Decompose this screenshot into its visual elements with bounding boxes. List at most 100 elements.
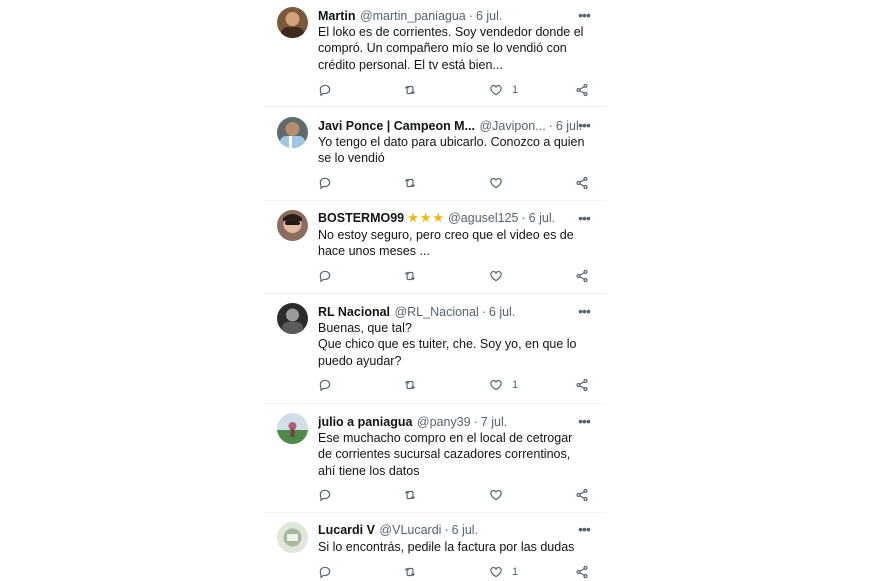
share-button[interactable] bbox=[575, 267, 589, 285]
separator-dot: · bbox=[481, 305, 486, 319]
reply-icon bbox=[319, 270, 331, 283]
tweet-header: Javi Ponce | Campeon M... @Javipon... · 6 … bbox=[318, 117, 598, 135]
more-icon[interactable]: ••• bbox=[576, 304, 592, 319]
share-icon bbox=[576, 83, 588, 97]
share-button[interactable] bbox=[575, 486, 589, 504]
like-button[interactable]: 1 bbox=[489, 376, 518, 394]
tweet-header: BOSTERMO99 ★★★ @agusel125 · 6 jul. bbox=[318, 209, 598, 227]
like-button[interactable]: 1 bbox=[489, 563, 518, 581]
like-button[interactable] bbox=[489, 267, 512, 285]
share-button[interactable] bbox=[575, 174, 589, 192]
tweet-date[interactable]: 7 jul. bbox=[481, 415, 507, 429]
like-icon bbox=[490, 566, 502, 578]
more-icon[interactable]: ••• bbox=[576, 211, 592, 226]
reply-feed: Martin @martin_paniagua · 6 jul. ••• El lo… bbox=[264, 0, 606, 580]
tweet[interactable]: BOSTERMO99 ★★★ @agusel125 · 6 jul. ••• No es… bbox=[264, 201, 606, 293]
reply-button[interactable] bbox=[318, 376, 332, 394]
retweet-button[interactable] bbox=[403, 563, 417, 581]
author-handle[interactable]: @Javipon... bbox=[479, 119, 545, 133]
like-count: 1 bbox=[512, 566, 519, 578]
separator-dot: · bbox=[521, 211, 526, 225]
more-icon[interactable]: ••• bbox=[576, 522, 592, 537]
author-handle[interactable]: @martin_paniagua bbox=[360, 9, 466, 23]
share-icon bbox=[576, 488, 588, 502]
tweet-actions: 1 bbox=[318, 563, 594, 581]
retweet-button[interactable] bbox=[403, 486, 417, 504]
separator-dot: · bbox=[468, 9, 473, 23]
tweet-text: No estoy seguro, pero creo que el video … bbox=[318, 228, 574, 259]
tweet-date[interactable]: 6 jul. bbox=[529, 211, 555, 225]
reply-icon bbox=[319, 489, 331, 502]
like-icon bbox=[490, 379, 502, 391]
avatar-javi[interactable] bbox=[277, 117, 308, 148]
like-icon bbox=[490, 270, 502, 282]
author-name[interactable]: Javi Ponce | Campeon M... bbox=[318, 119, 475, 133]
tweet-header: Martin @martin_paniagua · 6 jul. bbox=[318, 7, 598, 25]
tweet-text: Si lo encontrás, pedile la factura por l… bbox=[318, 540, 575, 554]
tweet[interactable]: Lucardi V @VLucardi · 6 jul. ••• Si lo enc… bbox=[264, 513, 606, 580]
tweet[interactable]: Javi Ponce | Campeon M... @Javipon... · 6 … bbox=[264, 107, 606, 199]
author-name[interactable]: Lucardi V bbox=[318, 523, 375, 537]
star-badges: ★★★ bbox=[407, 210, 446, 225]
tweet-header: julio a paniagua @pany39 · 7 jul. bbox=[318, 413, 598, 431]
tweet-header: RL Nacional @RL_Nacional · 6 jul. bbox=[318, 303, 598, 321]
author-handle[interactable]: @pany39 bbox=[417, 415, 471, 429]
retweet-button[interactable] bbox=[403, 81, 417, 99]
reply-button[interactable] bbox=[318, 486, 332, 504]
reply-icon bbox=[319, 379, 331, 392]
tweet-actions bbox=[318, 174, 594, 192]
retweet-icon bbox=[404, 85, 416, 95]
separator-dot: · bbox=[548, 119, 553, 133]
more-icon[interactable]: ••• bbox=[576, 118, 592, 133]
author-name[interactable]: RL Nacional bbox=[318, 305, 390, 319]
like-button[interactable] bbox=[489, 174, 512, 192]
like-button[interactable] bbox=[489, 486, 512, 504]
retweet-button[interactable] bbox=[403, 376, 417, 394]
share-button[interactable] bbox=[575, 81, 589, 99]
reply-button[interactable] bbox=[318, 563, 332, 581]
author-name[interactable]: Martin bbox=[318, 9, 356, 23]
avatar-bostermo[interactable] bbox=[277, 210, 308, 241]
reply-icon bbox=[319, 177, 331, 190]
tweet[interactable]: RL Nacional @RL_Nacional · 6 jul. ••• Buen… bbox=[264, 294, 606, 402]
like-count: 1 bbox=[512, 379, 519, 391]
reply-button[interactable] bbox=[318, 81, 332, 99]
reply-icon bbox=[319, 566, 331, 579]
like-icon bbox=[490, 177, 502, 189]
avatar-martin[interactable] bbox=[277, 7, 308, 38]
tweet-actions: 1 bbox=[318, 81, 594, 99]
reply-icon bbox=[319, 84, 331, 97]
tweet-date[interactable]: 6 jul. bbox=[476, 9, 502, 23]
like-button[interactable]: 1 bbox=[489, 81, 518, 99]
retweet-button[interactable] bbox=[403, 267, 417, 285]
avatar-rl[interactable] bbox=[277, 303, 308, 334]
author-handle[interactable]: @RL_Nacional bbox=[394, 305, 478, 319]
author-name[interactable]: BOSTERMO99 bbox=[318, 211, 404, 225]
tweet[interactable]: julio a paniagua @pany39 · 7 jul. ••• Ese … bbox=[264, 404, 606, 512]
retweet-icon bbox=[404, 567, 416, 577]
author-handle[interactable]: @VLucardi bbox=[379, 523, 441, 537]
tweet-actions bbox=[318, 486, 594, 504]
avatar-julio[interactable] bbox=[277, 413, 308, 444]
share-button[interactable] bbox=[575, 563, 589, 581]
tweet-text: El loko es de corrientes. Soy vendedor d… bbox=[318, 25, 584, 72]
like-count: 1 bbox=[512, 84, 519, 96]
avatar-lucardi[interactable] bbox=[277, 522, 308, 553]
retweet-icon bbox=[404, 380, 416, 390]
tweet-date[interactable]: 6 jul. bbox=[489, 305, 515, 319]
retweet-button[interactable] bbox=[403, 174, 417, 192]
tweet[interactable]: Martin @martin_paniagua · 6 jul. ••• El lo… bbox=[264, 0, 606, 104]
author-name[interactable]: julio a paniagua bbox=[318, 415, 412, 429]
share-icon bbox=[576, 565, 588, 579]
more-icon[interactable]: ••• bbox=[576, 414, 592, 429]
tweet-date[interactable]: 6 jul. bbox=[452, 523, 478, 537]
share-icon bbox=[576, 176, 588, 190]
tweet-header: Lucardi V @VLucardi · 6 jul. bbox=[318, 521, 598, 539]
separator-dot: · bbox=[444, 523, 449, 537]
reply-button[interactable] bbox=[318, 174, 332, 192]
share-button[interactable] bbox=[575, 376, 589, 394]
share-icon bbox=[576, 269, 588, 283]
author-handle[interactable]: @agusel125 bbox=[448, 211, 518, 225]
more-icon[interactable]: ••• bbox=[576, 8, 592, 23]
reply-button[interactable] bbox=[318, 267, 332, 285]
